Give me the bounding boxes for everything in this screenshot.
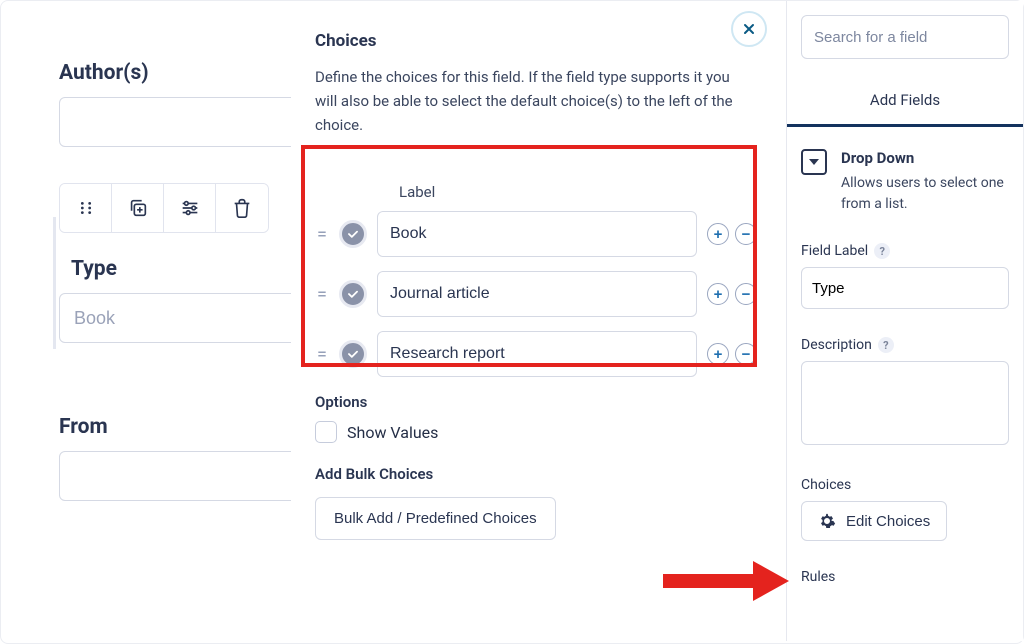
add-choice-button[interactable]: + xyxy=(707,223,729,245)
drag-handle-icon xyxy=(75,197,97,219)
modal-description: Define the choices for this field. If th… xyxy=(315,65,735,137)
drag-handle-button[interactable] xyxy=(60,184,112,232)
field-toolbar xyxy=(59,183,269,233)
choice-row: = + − xyxy=(315,331,757,377)
choice-label-input[interactable] xyxy=(377,331,697,377)
choice-row: = + − xyxy=(315,271,757,317)
help-icon[interactable]: ? xyxy=(878,337,894,353)
description-heading: Description ? xyxy=(801,337,1009,353)
choices-modal: Choices Define the choices for this fiel… xyxy=(291,1,781,641)
remove-choice-button[interactable]: − xyxy=(735,283,757,305)
field-label-input[interactable] xyxy=(801,267,1009,309)
remove-choice-button[interactable]: − xyxy=(735,223,757,245)
show-values-label: Show Values xyxy=(347,423,438,442)
field-type-title: Drop Down xyxy=(841,149,1009,167)
show-values-checkbox[interactable] xyxy=(315,421,337,443)
rules-heading: Rules xyxy=(801,569,1009,585)
tab-add-fields[interactable]: Add Fields xyxy=(787,73,1023,126)
description-textarea[interactable] xyxy=(801,361,1009,445)
bulk-add-button[interactable]: Bulk Add / Predefined Choices xyxy=(315,497,556,540)
help-icon[interactable]: ? xyxy=(874,243,890,259)
modal-title: Choices xyxy=(315,31,757,51)
trash-icon xyxy=(231,197,253,219)
add-choice-button[interactable]: + xyxy=(707,283,729,305)
default-choice-toggle[interactable] xyxy=(339,340,367,368)
remove-choice-button[interactable]: − xyxy=(735,343,757,365)
choice-label-input[interactable] xyxy=(377,271,697,317)
search-input[interactable] xyxy=(801,15,1009,59)
gear-icon xyxy=(818,512,836,530)
settings-button[interactable] xyxy=(164,184,216,232)
dropdown-field-icon xyxy=(801,149,827,175)
edit-choices-label: Edit Choices xyxy=(846,513,930,530)
drag-handle-icon[interactable]: = xyxy=(315,224,329,245)
sliders-icon xyxy=(179,197,201,219)
side-panel: Add Fields Drop Down Allows users to sel… xyxy=(786,1,1023,641)
duplicate-button[interactable] xyxy=(112,184,164,232)
field-type-description: Allows users to select one from a list. xyxy=(841,173,1009,215)
duplicate-icon xyxy=(127,197,149,219)
choice-label-input[interactable] xyxy=(377,211,697,257)
drag-handle-icon[interactable]: = xyxy=(315,344,329,365)
delete-button[interactable] xyxy=(216,184,268,232)
bulk-choices-heading: Add Bulk Choices xyxy=(315,465,757,483)
close-button[interactable] xyxy=(731,11,767,47)
close-icon xyxy=(741,21,757,37)
default-choice-toggle[interactable] xyxy=(339,280,367,308)
edit-choices-button[interactable]: Edit Choices xyxy=(801,501,947,541)
add-choice-button[interactable]: + xyxy=(707,343,729,365)
drag-handle-icon[interactable]: = xyxy=(315,284,329,305)
choice-row: = + − xyxy=(315,211,757,257)
choices-heading: Choices xyxy=(801,477,1009,493)
label-column-header: Label xyxy=(399,183,757,201)
default-choice-toggle[interactable] xyxy=(339,220,367,248)
field-label-heading: Field Label ? xyxy=(801,243,1009,259)
options-heading: Options xyxy=(315,393,757,411)
